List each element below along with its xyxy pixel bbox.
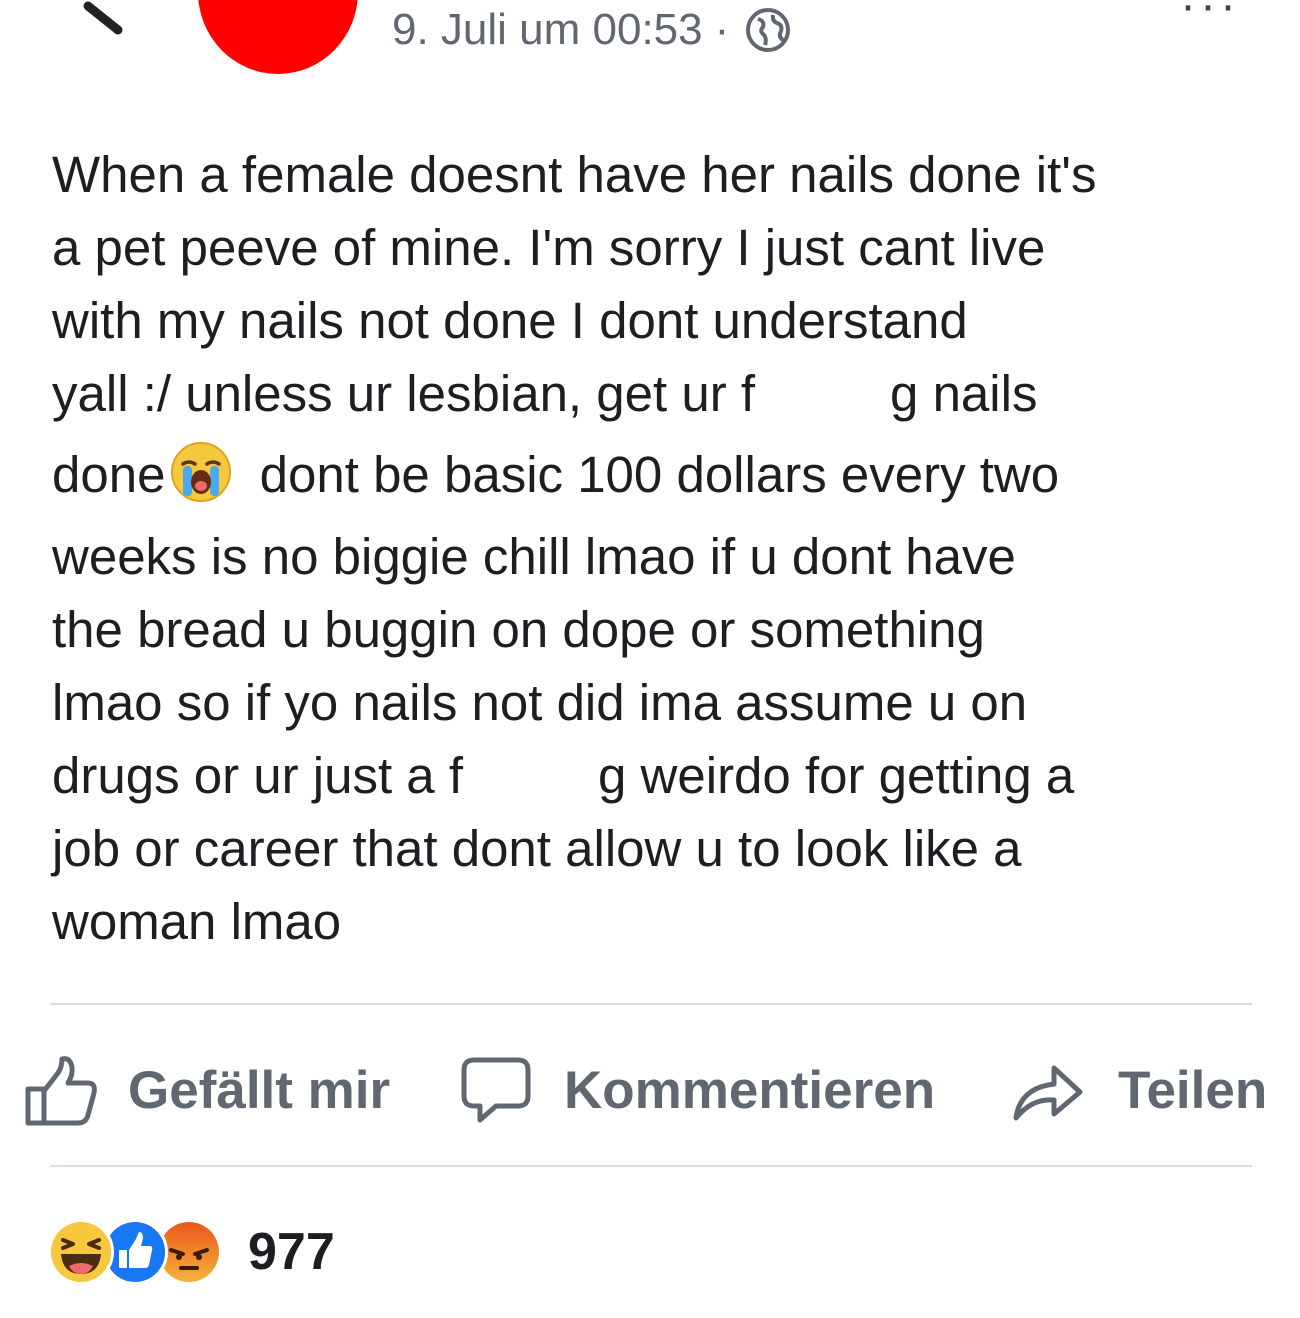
comment-bubble-icon: [461, 1057, 531, 1123]
divider: [50, 1165, 1252, 1167]
post-line: weeks is no biggie chill lmao if u dont …: [52, 528, 1016, 585]
thumbs-up-icon: [25, 1056, 97, 1126]
post-line: drugs or ur just a fg weirdo for getting…: [52, 747, 1075, 804]
loudly-crying-face-icon: [171, 442, 232, 502]
post-line: yall :/ unless ur lesbian, get ur fg nai…: [52, 365, 1038, 422]
post-line: a pet peeve of mine. I'm sorry I just ca…: [52, 219, 1046, 276]
divider: [50, 1003, 1252, 1005]
back-arrow-icon[interactable]: [60, 0, 130, 40]
globe-icon[interactable]: [745, 7, 791, 53]
avatar[interactable]: [198, 0, 358, 74]
post-line: lmao so if yo nails not did ima assume u…: [52, 674, 1028, 731]
haha-icon: [48, 1219, 114, 1285]
post-timestamp[interactable]: 9. Juli um 00:53: [392, 5, 703, 55]
reactions-summary[interactable]: 977: [48, 1218, 335, 1286]
reaction-count[interactable]: 977: [248, 1222, 335, 1282]
post-meta: 9. Juli um 00:53 ·: [392, 5, 791, 55]
like-label: Gefällt mir: [128, 1060, 391, 1120]
share-arrow-icon: [1013, 1065, 1083, 1121]
share-button[interactable]: Teilen: [1012, 1048, 1267, 1132]
post-line: with my nails not done I dont understand: [52, 292, 968, 349]
share-label: Teilen: [1118, 1060, 1268, 1120]
comment-button[interactable]: Kommentieren: [460, 1048, 935, 1132]
meta-separator: ·: [714, 5, 730, 54]
more-options-icon[interactable]: ···: [1180, 0, 1240, 33]
post-line: woman lmao: [52, 893, 342, 950]
like-button[interactable]: Gefällt mir: [24, 1048, 390, 1132]
post-action-bar: Gefällt mir Kommentieren Teilen: [0, 1048, 1300, 1132]
post-line: the bread u buggin on dope or something: [52, 601, 985, 658]
post-line: job or career that dont allow u to look …: [52, 820, 1022, 877]
comment-label: Kommentieren: [564, 1060, 936, 1120]
post-line: When a female doesnt have her nails done…: [52, 146, 1097, 203]
post-text: When a female doesnt have her nails done…: [52, 138, 1272, 958]
post-line: done dont be basic 100 dollars every two: [52, 430, 1272, 520]
